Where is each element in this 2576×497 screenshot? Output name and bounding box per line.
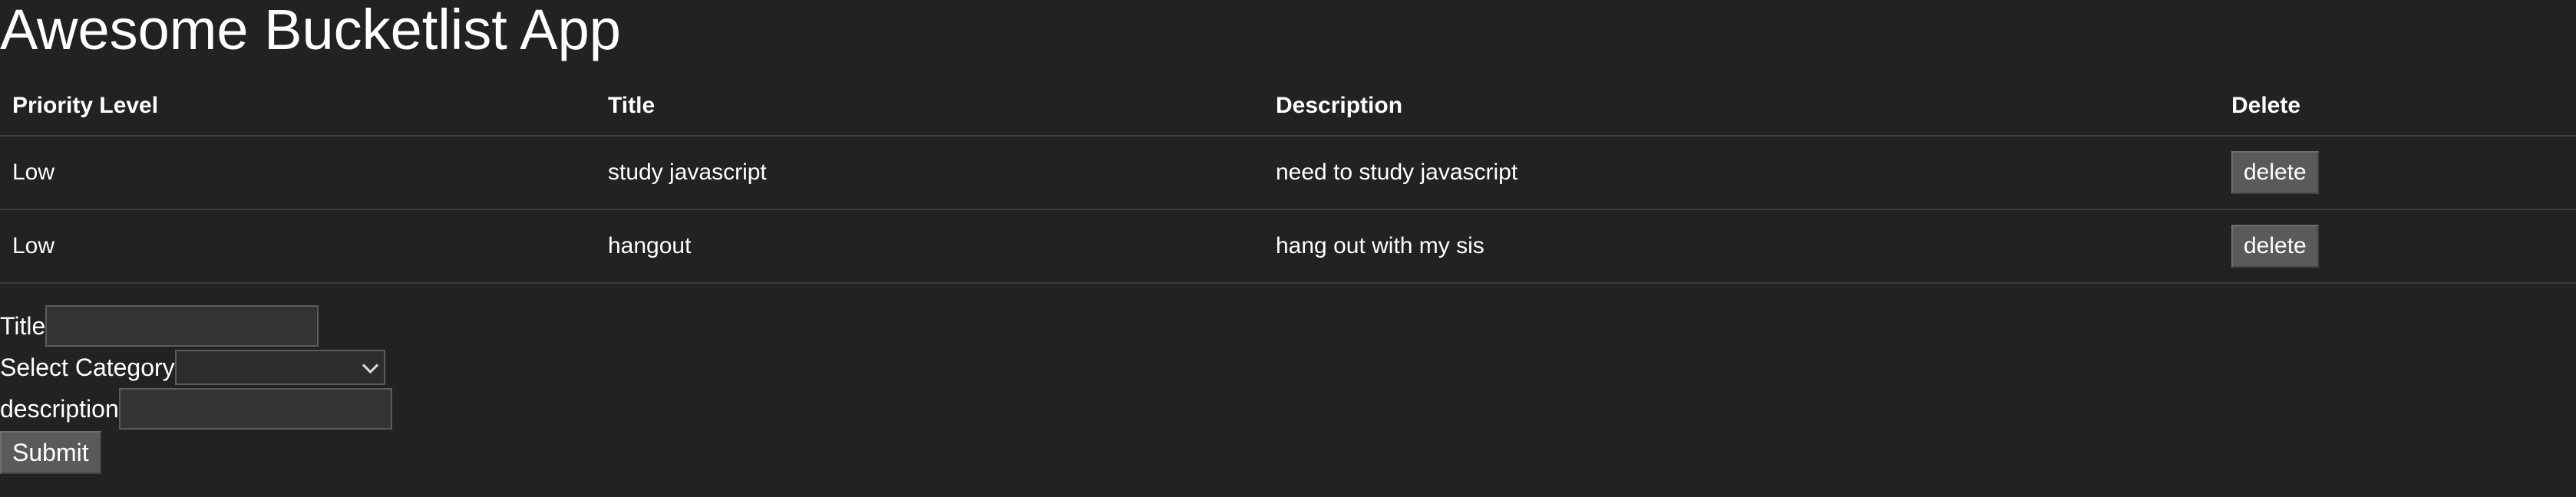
row-priority: Low	[0, 209, 596, 284]
category-label: Select Category	[0, 353, 175, 381]
row-description: hang out with my sis	[1263, 209, 2219, 284]
row-title: study javascript	[596, 136, 1263, 210]
title-input[interactable]	[45, 305, 319, 347]
table-header-row: Priority Level Title Description Delete	[0, 77, 2576, 137]
row-description: need to study javascript	[1263, 136, 2219, 210]
add-bucketlist-form: Title Select Category description Submit	[0, 305, 392, 474]
title-row: Title	[0, 305, 392, 347]
submit-button[interactable]: Submit	[0, 431, 101, 474]
bucketlist-app: Awesome Bucketlist App Priority Level Ti…	[0, 0, 2576, 497]
delete-button[interactable]: delete	[2231, 225, 2319, 268]
chevron-down-icon	[362, 357, 378, 374]
description-row: description	[0, 388, 392, 430]
bucketlist-table: Priority Level Title Description Delete …	[0, 77, 2576, 284]
description-input[interactable]	[118, 388, 392, 430]
page-title: Awesome Bucketlist App	[0, 0, 621, 61]
description-label: description	[0, 394, 119, 423]
header-delete: Delete	[2219, 77, 2576, 137]
header-title: Title	[596, 77, 1263, 137]
header-priority-level: Priority Level	[0, 77, 596, 137]
category-select[interactable]	[174, 350, 385, 385]
row-title: hangout	[596, 209, 1263, 284]
row-delete-cell: delete	[2219, 209, 2576, 284]
table-row: Low hangout hang out with my sis delete	[0, 209, 2576, 284]
delete-button[interactable]: delete	[2231, 151, 2319, 194]
row-delete-cell: delete	[2219, 136, 2576, 210]
header-description: Description	[1263, 77, 2219, 137]
category-row: Select Category	[0, 347, 392, 388]
title-label: Title	[0, 311, 46, 340]
table-row: Low study javascript need to study javas…	[0, 136, 2576, 210]
row-priority: Low	[0, 136, 596, 210]
